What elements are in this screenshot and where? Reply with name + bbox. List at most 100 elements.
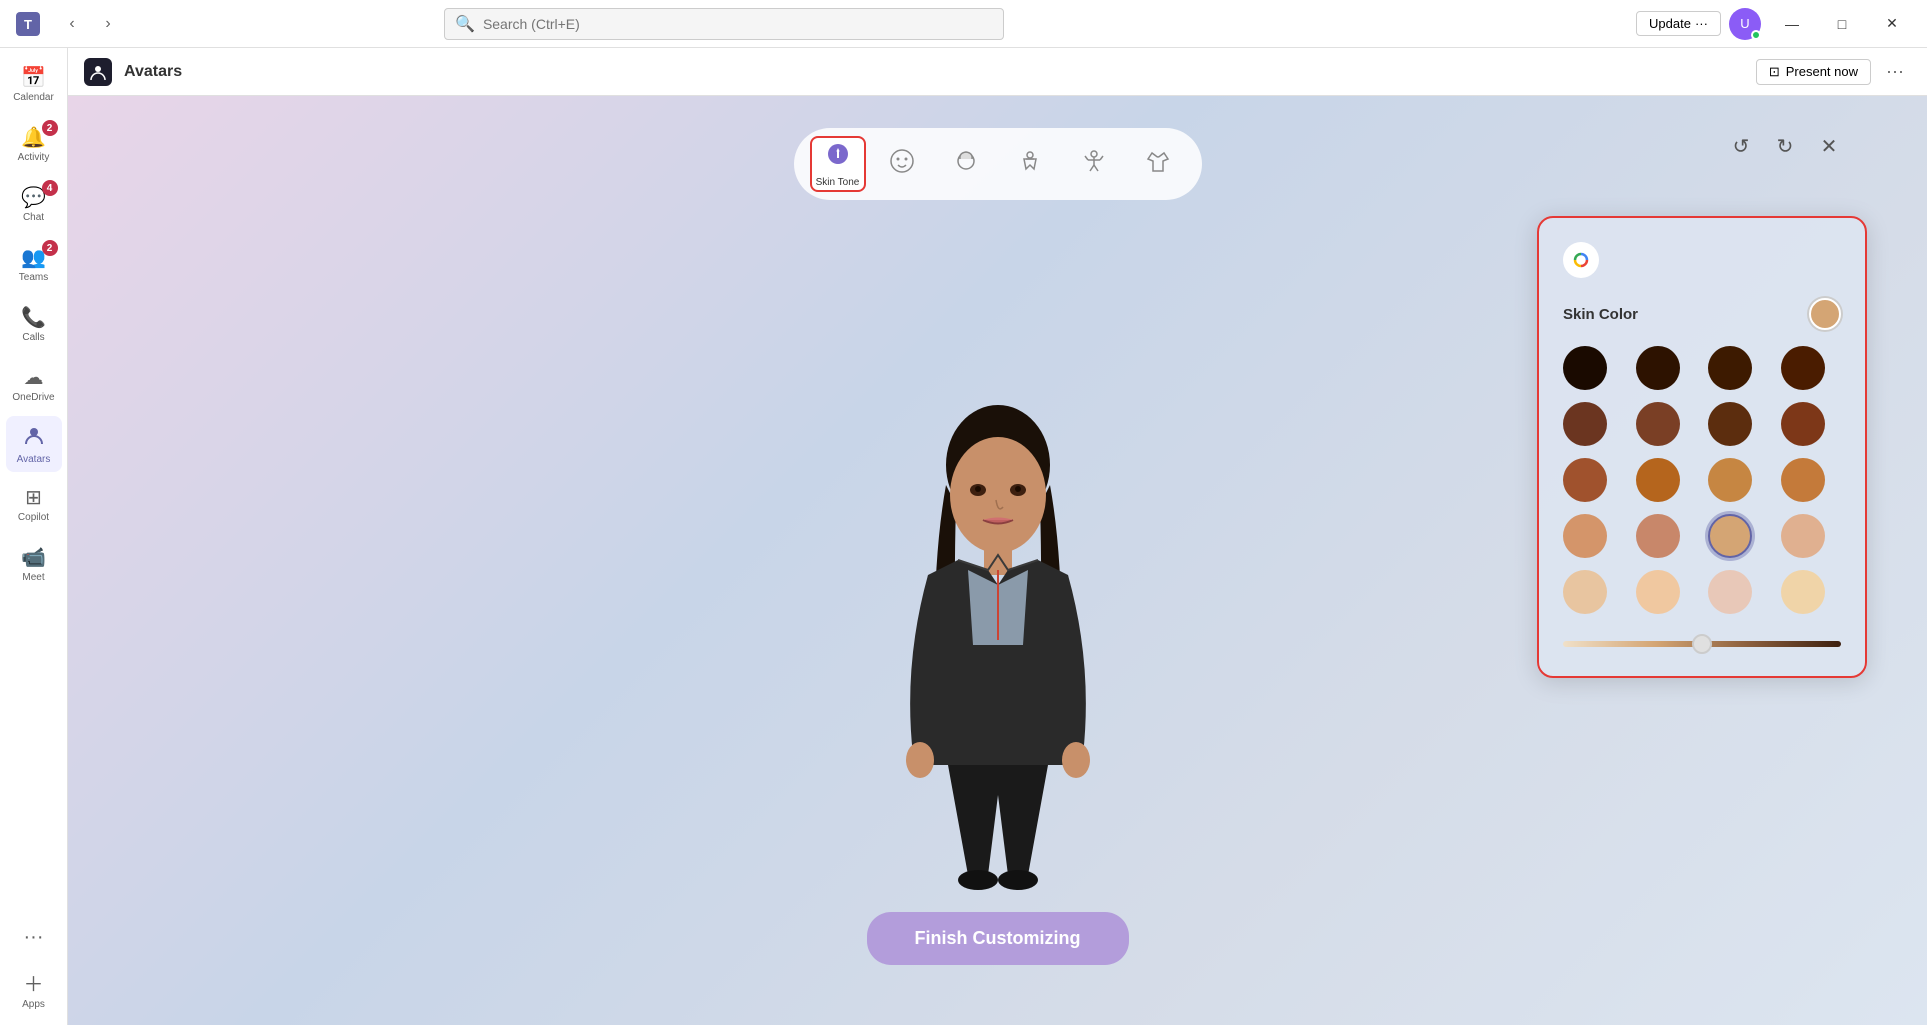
app-header-right: ⊡ Present now ···	[1756, 56, 1911, 88]
color-swatch[interactable]	[1708, 570, 1752, 614]
color-swatch[interactable]	[1781, 402, 1825, 446]
color-swatch[interactable]	[1563, 514, 1607, 558]
sidebar-item-label: Calls	[22, 332, 44, 343]
sidebar-more-button[interactable]: ···	[16, 918, 52, 957]
sidebar-item-label: Avatars	[17, 454, 51, 465]
back-button[interactable]: ‹	[56, 8, 88, 40]
sidebar-item-meet[interactable]: 📹 Meet	[6, 536, 62, 592]
color-swatch[interactable]	[1636, 514, 1680, 558]
search-input[interactable]	[483, 16, 993, 32]
pose-tool[interactable]	[1066, 136, 1122, 192]
redo-button[interactable]: ↻	[1767, 128, 1803, 164]
minimize-button[interactable]: —	[1769, 8, 1815, 40]
panel-title: Skin Color	[1563, 306, 1638, 323]
meet-icon: 📹	[21, 545, 46, 570]
face-tool[interactable]	[874, 136, 930, 192]
color-swatch[interactable]	[1708, 402, 1752, 446]
sidebar-item-calls[interactable]: 📞 Calls	[6, 296, 62, 352]
body-tool[interactable]	[1002, 136, 1058, 192]
sidebar-item-onedrive[interactable]: ☁ OneDrive	[6, 356, 62, 412]
forward-button[interactable]: ›	[92, 8, 124, 40]
calendar-icon: 📅	[21, 65, 46, 90]
sidebar-item-label: Apps	[22, 999, 45, 1010]
color-swatch[interactable]	[1781, 346, 1825, 390]
skin-color-panel: Skin Color	[1537, 216, 1867, 678]
title-bar-actions: Update ··· U — □ ✕	[1636, 8, 1915, 40]
sidebar-item-label: OneDrive	[12, 392, 54, 403]
finish-customizing-button[interactable]: Finish Customizing	[867, 912, 1129, 965]
sidebar-item-label: Chat	[23, 212, 44, 223]
color-swatch[interactable]	[1636, 458, 1680, 502]
sidebar-item-apps[interactable]: ＋ Apps	[6, 961, 62, 1017]
svg-text:T: T	[24, 17, 32, 32]
search-icon: 🔍	[455, 14, 475, 34]
skin-tone-icon	[824, 140, 852, 175]
user-avatar[interactable]: U	[1729, 8, 1761, 40]
page-title: Avatars	[124, 63, 182, 81]
skin-tone-tool[interactable]: Skin Tone	[810, 136, 866, 192]
color-swatch[interactable]	[1636, 346, 1680, 390]
close-button[interactable]: ✕	[1869, 8, 1915, 40]
activity-badge: 2	[42, 120, 58, 136]
app-header: Avatars ⊡ Present now ···	[68, 48, 1927, 96]
status-dot	[1751, 30, 1761, 40]
nav-controls: ‹ ›	[56, 8, 124, 40]
sidebar-item-activity[interactable]: 🔔 Activity 2	[6, 116, 62, 172]
customization-toolbar: Skin Tone	[794, 128, 1202, 200]
color-swatch[interactable]	[1781, 514, 1825, 558]
color-swatch[interactable]	[1708, 458, 1752, 502]
chat-badge: 4	[42, 180, 58, 196]
header-more-button[interactable]: ···	[1879, 56, 1911, 88]
teams-logo: T	[12, 8, 44, 40]
outfit-icon	[1144, 147, 1172, 182]
avatars-icon	[23, 424, 45, 452]
content-area: Avatars ⊡ Present now ···	[68, 48, 1927, 1025]
color-swatch[interactable]	[1563, 570, 1607, 614]
color-swatch[interactable]	[1563, 458, 1607, 502]
close-canvas-button[interactable]: ✕	[1811, 128, 1847, 164]
sidebar-item-calendar[interactable]: 📅 Calendar	[6, 56, 62, 112]
color-swatch[interactable]	[1563, 402, 1607, 446]
sidebar-item-avatars[interactable]: Avatars	[6, 416, 62, 472]
sidebar-item-label: Copilot	[18, 512, 49, 523]
sidebar: 📅 Calendar 🔔 Activity 2 💬 Chat 4 👥 Teams…	[0, 48, 68, 1025]
google-icon	[1563, 242, 1599, 278]
sidebar-item-chat[interactable]: 💬 Chat 4	[6, 176, 62, 232]
sidebar-item-label: Teams	[19, 272, 48, 283]
color-swatch[interactable]	[1563, 346, 1607, 390]
main-layout: 📅 Calendar 🔔 Activity 2 💬 Chat 4 👥 Teams…	[0, 48, 1927, 1025]
search-bar[interactable]: 🔍	[444, 8, 1004, 40]
color-swatch[interactable]	[1636, 402, 1680, 446]
undo-button[interactable]: ↺	[1723, 128, 1759, 164]
avatar-figure	[828, 365, 1168, 945]
skin-tone-slider[interactable]	[1563, 641, 1841, 647]
present-now-button[interactable]: ⊡ Present now	[1756, 59, 1871, 85]
hair-tool[interactable]	[938, 136, 994, 192]
update-button[interactable]: Update ···	[1636, 11, 1721, 36]
sidebar-item-copilot[interactable]: ⊞ Copilot	[6, 476, 62, 532]
color-swatch[interactable]	[1708, 514, 1752, 558]
color-swatch[interactable]	[1708, 346, 1752, 390]
sidebar-item-label: Calendar	[13, 92, 54, 103]
sidebar-item-label: Meet	[22, 572, 44, 583]
teams-badge: 2	[42, 240, 58, 256]
window-controls: — □ ✕	[1769, 8, 1915, 40]
hair-icon	[952, 147, 980, 182]
color-swatch[interactable]	[1781, 570, 1825, 614]
outfit-tool[interactable]	[1130, 136, 1186, 192]
color-swatch[interactable]	[1636, 570, 1680, 614]
canvas-controls: ↺ ↻ ✕	[1723, 128, 1847, 164]
maximize-button[interactable]: □	[1819, 8, 1865, 40]
copilot-icon: ⊞	[25, 485, 42, 510]
onedrive-icon: ☁	[24, 365, 44, 390]
face-icon	[888, 147, 916, 182]
color-swatch[interactable]	[1781, 458, 1825, 502]
calls-icon: 📞	[21, 305, 46, 330]
sidebar-item-teams[interactable]: 👥 Teams 2	[6, 236, 62, 292]
app-icon	[84, 58, 112, 86]
sidebar-item-label: Activity	[18, 152, 50, 163]
selected-color-swatch	[1809, 298, 1841, 330]
avatar-canvas: Skin Tone	[68, 96, 1927, 1025]
present-icon: ⊡	[1769, 64, 1780, 80]
title-bar: T ‹ › 🔍 Update ··· U — □ ✕	[0, 0, 1927, 48]
